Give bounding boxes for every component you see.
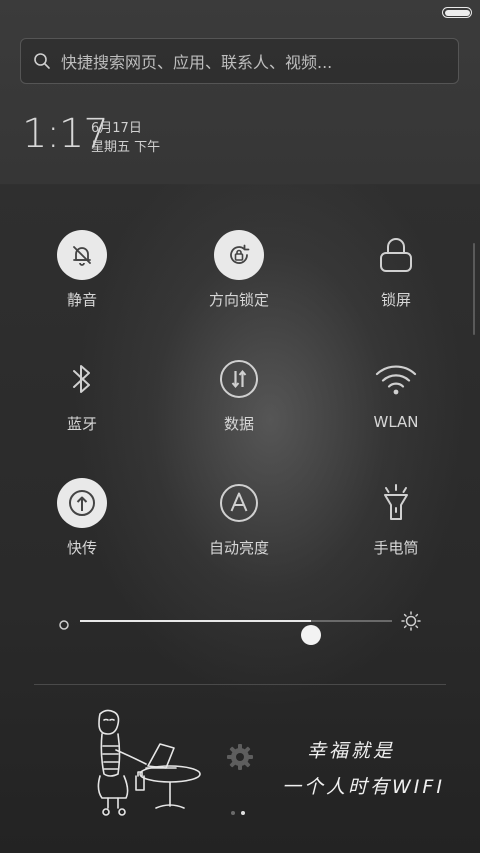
search-input[interactable]: 快捷搜索网页、应用、联系人、视频... [20,38,459,84]
toggle-bluetooth[interactable]: 蓝牙 [12,354,152,434]
toggle-label: 静音 [66,291,97,309]
wifi-icon [371,354,421,404]
banner-illustration[interactable] [88,706,208,826]
brightness-slider[interactable] [56,606,426,645]
slider-track[interactable] [80,620,392,645]
banner-line-2: 一个人时有WIFI [282,776,445,798]
clock-date: 6月17日 [91,121,142,136]
banner-line-1: 幸福就是 [307,740,396,762]
mobile-data-icon [214,354,264,404]
bluetooth-icon [57,354,107,404]
battery-icon [442,7,472,18]
toggle-auto-brightness[interactable]: 自动亮度 [169,478,309,558]
toggle-silent[interactable]: 静音 [12,230,152,310]
clock-weekday: 星期五 下午 [91,140,161,155]
page-indicator [231,811,245,815]
toggle-quick-transfer[interactable]: 快传 [12,478,152,558]
search-placeholder: 快捷搜索网页、应用、联系人、视频... [61,53,333,72]
toggle-rotation-lock[interactable]: 方向锁定 [169,230,309,310]
battery-fill [444,9,470,16]
toggle-label: WLAN [373,413,419,431]
slider-fill [80,620,311,622]
bell-slash-icon [57,230,107,280]
lock-icon [371,230,421,280]
toggle-label: 手电筒 [373,539,419,557]
toggle-flashlight[interactable]: 手电筒 [326,478,466,558]
page-dot-active [241,811,245,815]
toggle-label: 锁屏 [380,291,411,309]
divider [34,684,446,685]
quick-transfer-icon [57,478,107,528]
brightness-low-icon [58,616,70,635]
slider-thumb[interactable] [300,625,321,645]
gear-icon[interactable] [225,742,255,776]
flashlight-icon [371,478,421,528]
toggle-mobile-data[interactable]: 数据 [169,354,309,434]
toggle-label: 蓝牙 [66,415,97,433]
notification-shade: 快捷搜索网页、应用、联系人、视频... 1:17 6月17日 星期五 下午 静音 [0,0,480,853]
toggle-label: 数据 [223,415,254,433]
auto-brightness-icon [214,478,264,528]
toggle-label: 快传 [66,539,97,557]
page-dot [231,811,235,815]
toggle-wlan[interactable]: WLAN [326,354,466,431]
toggle-lock-screen[interactable]: 锁屏 [326,230,466,310]
brightness-high-icon [401,611,421,635]
toggle-label: 自动亮度 [208,539,269,557]
search-icon [33,52,51,70]
rotation-lock-icon [214,230,264,280]
toggle-label: 方向锁定 [208,291,269,309]
scroll-indicator [473,243,475,335]
